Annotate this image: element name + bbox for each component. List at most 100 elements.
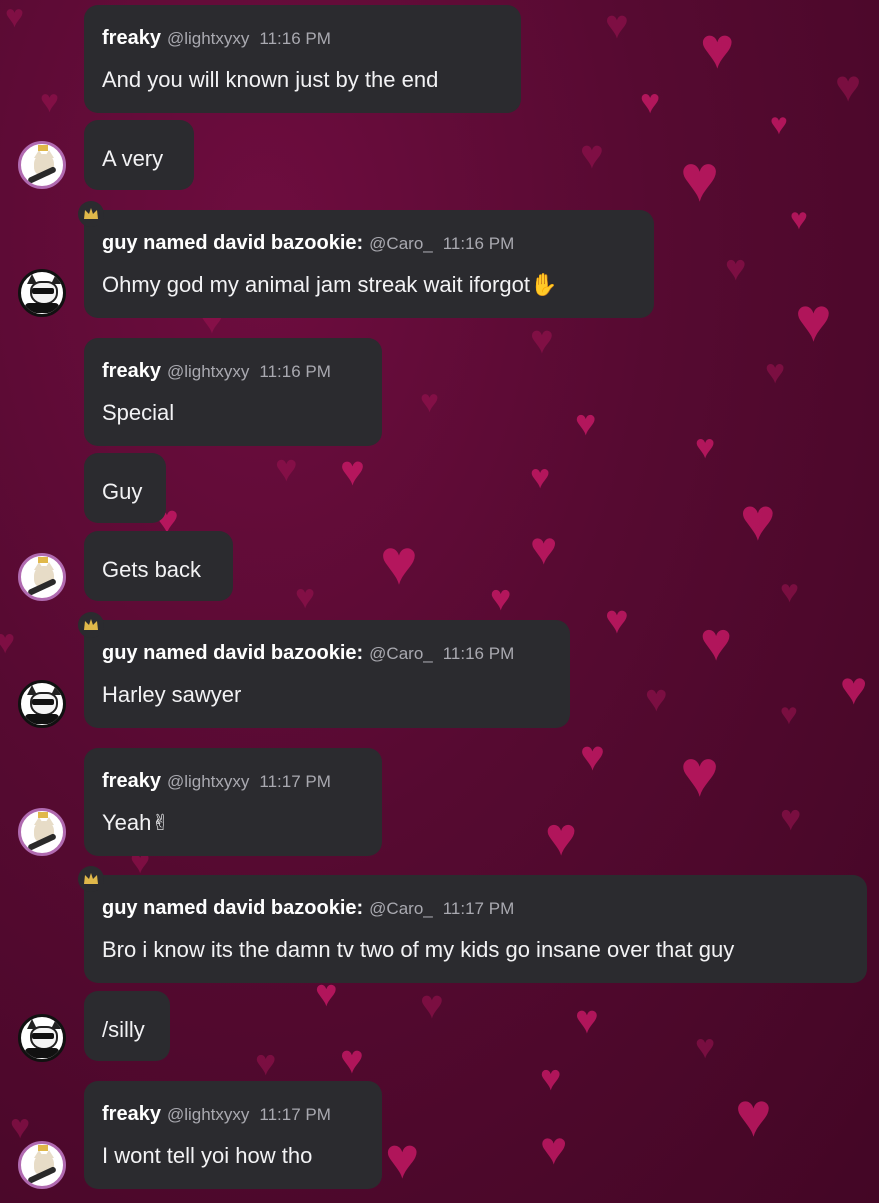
chat-message[interactable]: A very [84, 120, 194, 190]
heart-icon: ♥ [530, 458, 551, 496]
user-avatar[interactable] [18, 808, 66, 856]
username[interactable]: guy named david bazookie: [102, 642, 363, 664]
heart-icon: ♥ [0, 623, 16, 661]
user-avatar[interactable] [18, 680, 66, 728]
message-text-content: Ohmy god my animal jam streak wait iforg… [102, 272, 530, 297]
heart-icon: ♥ [840, 662, 868, 714]
chat-message[interactable]: freaky @lightxyxy 11:17 PM I wont tell yoi… [84, 1081, 382, 1189]
heart-icon: ♥ [545, 807, 578, 867]
user-avatar[interactable] [18, 141, 66, 189]
heart-icon: ♥ [780, 573, 799, 609]
chat-message[interactable]: guy named david bazookie: @Caro_ 11:16 PM … [84, 210, 654, 318]
heart-icon: ♥ [680, 736, 720, 810]
heart-icon: ♥ [530, 318, 554, 362]
crown-icon [78, 866, 104, 892]
chat-message[interactable]: /silly [84, 991, 170, 1061]
user-handle: @Caro_ [369, 644, 433, 663]
timestamp: 11:17 PM [259, 772, 331, 791]
timestamp: 11:16 PM [442, 644, 515, 663]
heart-icon: ♥ [725, 247, 747, 288]
timestamp: 11:17 PM [259, 1105, 331, 1124]
username[interactable]: guy named david bazookie: [102, 232, 363, 254]
heart-icon: ♥ [735, 1081, 772, 1150]
chat-message[interactable]: freaky @lightxyxy 11:16 PM Special [84, 338, 382, 446]
message-text: Bro i know its the damn tv two of my kid… [102, 937, 735, 962]
user-handle: @lightxyxy [166, 1105, 250, 1124]
crown-icon [78, 612, 104, 638]
heart-icon: ♥ [5, 0, 24, 34]
heart-icon: ♥ [575, 402, 597, 443]
message-text: /silly [102, 1017, 145, 1042]
heart-icon: ♥ [835, 62, 862, 111]
heart-icon: ♥ [580, 732, 605, 779]
heart-icon: ♥ [380, 526, 418, 598]
message-text: Gets back [102, 557, 202, 582]
message-header: freaky @lightxyxy 11:17 PM [102, 770, 331, 793]
heart-icon: ♥ [790, 203, 808, 236]
heart-icon: ♥ [580, 133, 604, 177]
username[interactable]: freaky [102, 360, 161, 382]
heart-icon: ♥ [275, 448, 298, 490]
chat-message[interactable]: Guy [84, 453, 166, 523]
heart-icon: ♥ [340, 447, 365, 494]
user-avatar[interactable] [18, 553, 66, 601]
user-handle: @lightxyxy [166, 362, 250, 381]
message-text-content: Yeah [102, 810, 152, 835]
message-header: freaky @lightxyxy 11:16 PM [102, 360, 331, 383]
heart-icon: ♥ [540, 1122, 568, 1174]
heart-icon: ♥ [645, 678, 668, 720]
username[interactable]: freaky [102, 770, 161, 792]
user-avatar[interactable] [18, 1014, 66, 1062]
user-handle: @Caro_ [369, 234, 433, 253]
heart-icon: ♥ [255, 1042, 277, 1083]
message-text: I wont tell yoi how tho [102, 1143, 313, 1168]
message-text: Harley sawyer [102, 682, 242, 707]
heart-icon: ♥ [540, 1057, 562, 1098]
heart-icon: ♥ [770, 108, 788, 141]
timestamp: 11:16 PM [442, 234, 515, 253]
heart-icon: ♥ [640, 83, 661, 121]
timestamp: 11:16 PM [259, 29, 331, 48]
chat-message[interactable]: guy named david bazookie: @Caro_ 11:17 PM … [84, 875, 867, 983]
heart-icon: ♥ [740, 486, 776, 553]
user-handle: @lightxyxy [166, 29, 250, 48]
victory-hand-icon: ✌ [151, 810, 170, 835]
heart-icon: ♥ [385, 1126, 420, 1191]
message-text: Ohmy god my animal jam streak wait iforg… [102, 272, 557, 298]
username[interactable]: freaky [102, 1103, 161, 1125]
heart-icon: ♥ [420, 383, 439, 419]
heart-icon: ♥ [700, 16, 735, 81]
heart-icon: ♥ [795, 286, 832, 355]
chat-message[interactable]: Gets back [84, 531, 233, 601]
chat-message[interactable]: freaky @lightxyxy 11:16 PM And you will kn… [84, 5, 521, 113]
message-header: freaky @lightxyxy 11:16 PM [102, 27, 331, 50]
message-header: guy named david bazookie: @Caro_ 11:16 PM [102, 642, 514, 665]
message-text: Special [102, 400, 175, 425]
message-header: guy named david bazookie: @Caro_ 11:16 PM [102, 232, 514, 255]
heart-icon: ♥ [695, 1028, 716, 1066]
heart-icon: ♥ [575, 998, 599, 1042]
heart-icon: ♥ [530, 522, 558, 574]
heart-icon: ♥ [605, 598, 629, 642]
message-header: freaky @lightxyxy 11:17 PM [102, 1103, 331, 1126]
heart-icon: ♥ [700, 612, 733, 672]
message-text: A very [102, 146, 164, 171]
user-avatar[interactable] [18, 1141, 66, 1189]
heart-icon: ♥ [605, 3, 629, 47]
heart-icon: ♥ [40, 83, 59, 119]
crown-icon [78, 201, 104, 227]
timestamp: 11:17 PM [442, 899, 515, 918]
heart-icon: ♥ [490, 577, 512, 618]
username[interactable]: freaky [102, 27, 161, 49]
message-text: And you will known just by the end [102, 67, 439, 92]
username[interactable]: guy named david bazookie: [102, 897, 363, 919]
chat-message[interactable]: guy named david bazookie: @Caro_ 11:16 PM … [84, 620, 570, 728]
heart-icon: ♥ [765, 353, 786, 391]
heart-icon: ♥ [695, 428, 716, 466]
user-avatar[interactable] [18, 269, 66, 317]
chat-message[interactable]: freaky @lightxyxy 11:17 PM Yeah✌ [84, 748, 382, 856]
heart-icon: ♥ [680, 141, 720, 215]
heart-icon: ♥ [780, 698, 798, 731]
raised-hand-icon: ✋ [529, 272, 558, 297]
heart-icon: ♥ [780, 797, 802, 838]
